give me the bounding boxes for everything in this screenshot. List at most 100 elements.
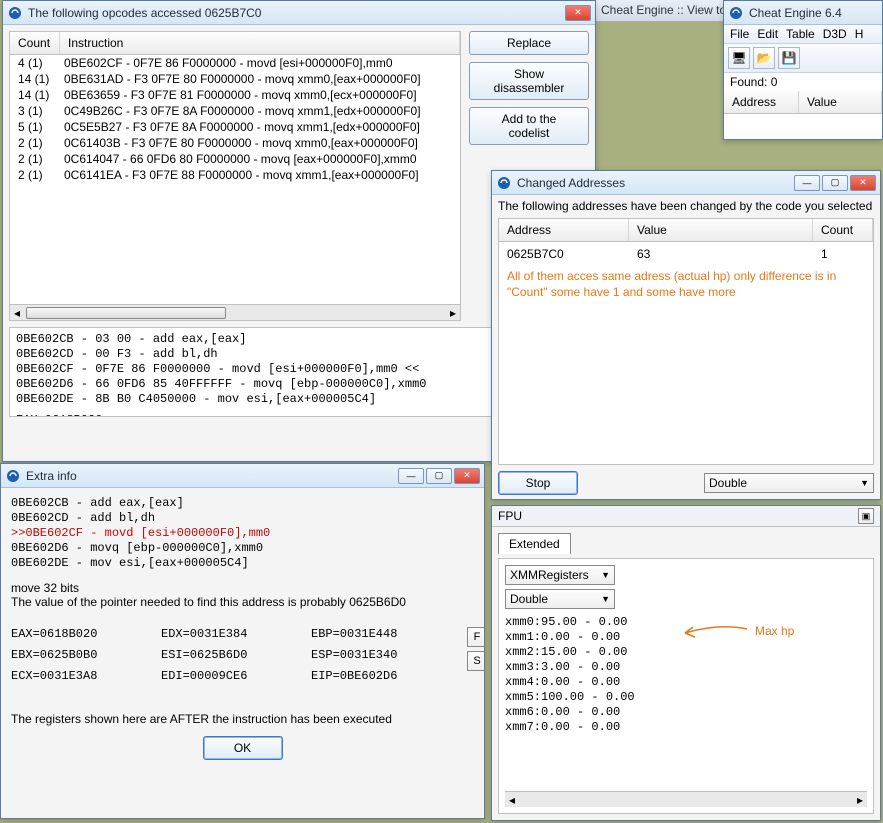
ce-menubar: File Edit Table D3D H (724, 25, 882, 44)
chevron-down-icon: ▼ (601, 570, 610, 580)
chevron-down-icon: ▼ (601, 594, 610, 604)
reg-ebx: EBX=0625B0B0 (11, 648, 161, 663)
disasm-line: 0BE602DE - mov esi,[eax+000005C4] (11, 556, 474, 571)
ce-toolbar: 🖥 📂 💾 (724, 44, 882, 73)
disasm-line: 0BE602CB - add eax,[eax] (11, 496, 474, 511)
close-icon[interactable]: ✕ (565, 5, 591, 21)
extrainfo-title: Extra info (26, 469, 398, 483)
type-select-value: Double (709, 476, 860, 490)
ce-icon (7, 5, 23, 21)
f-button[interactable]: F (467, 627, 484, 647)
collapse-icon[interactable]: ▣ (858, 508, 874, 524)
open-process-icon[interactable]: 🖥 (728, 47, 750, 69)
save-icon[interactable]: 💾 (778, 47, 800, 69)
opcodes-listbody[interactable]: 4 (1)0BE602CF - 0F7E 86 F0000000 - movd … (10, 55, 460, 304)
minimize-icon[interactable]: — (398, 468, 424, 484)
menu-file[interactable]: File (730, 27, 749, 41)
table-row[interactable]: 4 (1)0BE602CF - 0F7E 86 F0000000 - movd … (10, 55, 460, 71)
changed-listbody[interactable]: 0625B7C0 63 1 All of them acces same adr… (499, 242, 873, 464)
table-row[interactable]: 14 (1)0BE63659 - F3 0F7E 81 F0000000 - m… (10, 87, 460, 103)
disasm-line: 0BE602D6 - movq [ebp-000000C0],xmm0 (11, 541, 474, 556)
replace-button[interactable]: Replace (469, 31, 589, 55)
col-count[interactable]: Count (10, 32, 60, 54)
xmm-line: xmm7:0.00 - 0.00 (505, 720, 867, 735)
xmm-select[interactable]: XMMRegisters▼ (505, 565, 615, 585)
reg-ecx: ECX=0031E3A8 (11, 669, 161, 684)
chevron-down-icon: ▼ (860, 478, 869, 488)
bg-tab-label: Cheat Engine :: View top (601, 3, 733, 17)
opcodes-listhead: Count Instruction (10, 32, 460, 55)
reg-eip: EIP=0BE602D6 (311, 669, 461, 684)
table-row[interactable]: 2 (1)0C61403B - F3 0F7E 80 F0000000 - mo… (10, 135, 460, 151)
reg-esp: ESP=0031E340 (311, 648, 461, 663)
xmm-line: xmm2:15.00 - 0.00 (505, 645, 867, 660)
fpu-title: FPU (498, 509, 858, 523)
extrainfo-titlebar[interactable]: Extra info — ▢ ✕ (1, 464, 484, 488)
changed-window: Changed Addresses — ▢ ✕ The following ad… (491, 170, 881, 500)
close-icon[interactable]: ✕ (454, 468, 480, 484)
extrainfo-footer: The registers shown here are AFTER the i… (11, 712, 474, 726)
extrainfo-window: Extra info — ▢ ✕ 0BE602CB - add eax,[eax… (0, 463, 485, 819)
changed-title: Changed Addresses (517, 176, 794, 190)
type-select-fpu[interactable]: Double▼ (505, 589, 615, 609)
menu-table[interactable]: Table (786, 27, 815, 41)
maximize-icon[interactable]: ▢ (822, 175, 848, 191)
ce-resultshead: Address Value (724, 91, 882, 114)
menu-h[interactable]: H (855, 27, 864, 41)
ce-main-titlebar[interactable]: Cheat Engine 6.4 (724, 1, 882, 25)
close-icon[interactable]: ✕ (850, 175, 876, 191)
table-row[interactable]: 3 (1)0C49B26C - F3 0F7E 8A F0000000 - mo… (10, 103, 460, 119)
annotation-text: All of them acces same adress (actual hp… (499, 262, 873, 306)
xmm-line: xmm5:100.00 - 0.00 (505, 690, 867, 705)
maximize-icon[interactable]: ▢ (426, 468, 452, 484)
table-row[interactable]: 0625B7C0 63 1 (499, 246, 873, 262)
col-address[interactable]: Address (499, 219, 629, 241)
s-button[interactable]: S (467, 651, 484, 671)
col-instruction[interactable]: Instruction (60, 32, 460, 54)
h-scrollbar[interactable]: ◂ ▸ (10, 304, 460, 320)
stop-button[interactable]: Stop (498, 471, 578, 495)
reg-edx: EDX=0031E384 (161, 627, 311, 642)
ce-main-window: Cheat Engine 6.4 File Edit Table D3D H 🖥… (723, 0, 883, 140)
maxhp-annotation: Max hp (679, 621, 794, 641)
reg-edi: EDI=00009CE6 (161, 669, 311, 684)
disasm-line-selected: >>0BE602CF - movd [esi+000000F0],mm0 (11, 526, 474, 541)
minimize-icon[interactable]: — (794, 175, 820, 191)
menu-edit[interactable]: Edit (757, 27, 778, 41)
fpu-h-scrollbar[interactable]: ◂▸ (505, 791, 867, 807)
open-file-icon[interactable]: 📂 (753, 47, 775, 69)
fpu-window: FPU ▣ Extended XMMRegisters▼ Double▼ xmm… (491, 505, 881, 821)
opcodes-titlebar[interactable]: The following opcodes accessed 0625B7C0 … (3, 1, 595, 25)
ok-button[interactable]: OK (203, 736, 283, 760)
maxhp-label: Max hp (755, 624, 794, 638)
info-pointer: The value of the pointer needed to find … (11, 595, 474, 609)
register-grid: EAX=0618B020 EDX=0031E384 EBP=0031E448 E… (11, 627, 461, 684)
type-select[interactable]: Double ▼ (704, 473, 874, 493)
menu-d3d[interactable]: D3D (823, 27, 847, 41)
add-codelist-button[interactable]: Add to the codelist (469, 107, 589, 145)
table-row[interactable]: 2 (1)0C6141EA - F3 0F7E 88 F0000000 - mo… (10, 167, 460, 183)
reg-esi: ESI=0625B6D0 (161, 648, 311, 663)
changed-desc: The following addresses have been change… (498, 199, 874, 214)
arrow-icon (679, 621, 749, 641)
table-row[interactable]: 2 (1)0C614047 - 66 0FD6 80 F0000000 - mo… (10, 151, 460, 167)
ce-icon (5, 468, 21, 484)
changed-listhead: Address Value Count (499, 219, 873, 242)
xmm-line: xmm6:0.00 - 0.00 (505, 705, 867, 720)
changed-titlebar[interactable]: Changed Addresses — ▢ ✕ (492, 171, 880, 195)
tab-extended[interactable]: Extended (498, 533, 571, 554)
xmm-line: xmm3:3.00 - 0.00 (505, 660, 867, 675)
table-row[interactable]: 14 (1)0BE631AD - F3 0F7E 80 F0000000 - m… (10, 71, 460, 87)
xmm-line: xmm4:0.00 - 0.00 (505, 675, 867, 690)
col-value[interactable]: Value (799, 91, 882, 113)
ce-icon (728, 5, 744, 21)
col-count[interactable]: Count (813, 219, 873, 241)
reg-ebp: EBP=0031E448 (311, 627, 461, 642)
show-disassembler-button[interactable]: Show disassembler (469, 62, 589, 100)
reg-eax: EAX=0618B020 (11, 627, 161, 642)
col-address[interactable]: Address (724, 91, 799, 113)
table-row[interactable]: 5 (1)0C5E5B27 - F3 0F7E 8A F0000000 - mo… (10, 119, 460, 135)
ce-main-title: Cheat Engine 6.4 (749, 6, 878, 20)
col-value[interactable]: Value (629, 219, 813, 241)
extrainfo-disasm: 0BE602CB - add eax,[eax] 0BE602CD - add … (11, 496, 474, 571)
